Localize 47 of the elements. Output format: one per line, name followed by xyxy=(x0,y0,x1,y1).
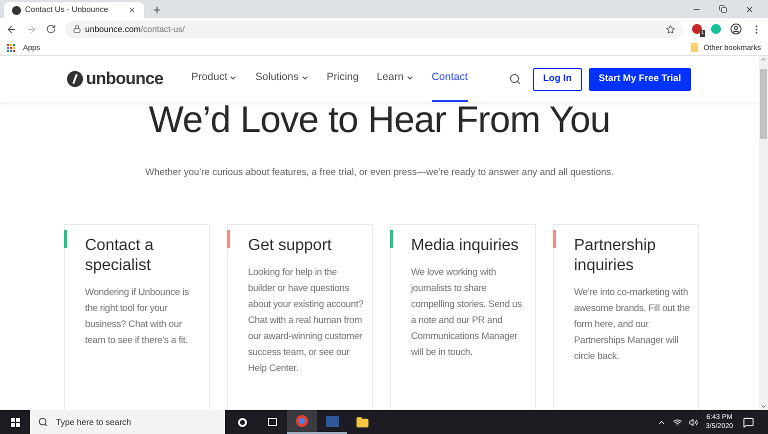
card-title: Partnership inquiries xyxy=(574,236,657,276)
network-icon[interactable] xyxy=(672,418,682,426)
search-icon xyxy=(38,417,48,427)
new-tab-icon[interactable] xyxy=(152,5,162,15)
nav-link[interactable]: Contact xyxy=(432,56,468,102)
search-icon[interactable] xyxy=(509,73,522,85)
reload-icon[interactable] xyxy=(46,24,56,34)
card-text: We love working with journalists to share compelling stories. Send us a note and our PR and Communications Manager will be in touch. xyxy=(411,266,523,360)
card-title: Get support xyxy=(248,236,333,256)
nav-link[interactable]: Solutions xyxy=(255,56,309,102)
taskbar-search-field[interactable]: Type here to search xyxy=(30,410,225,434)
restore-icon[interactable] xyxy=(719,5,727,13)
lock-icon xyxy=(73,25,81,33)
logo[interactable]: unbounce xyxy=(67,66,164,92)
card-text: We’re into co-marketing with awesome brands. Fill out the form here, and our Partnerships Manager will circle back. xyxy=(574,286,690,364)
chevron-icon xyxy=(229,74,238,82)
bookmark-star-icon[interactable] xyxy=(666,24,675,34)
card-title: Contact a specialist xyxy=(85,236,154,276)
logo-icon xyxy=(67,71,83,87)
nav-link[interactable]: Pricing xyxy=(326,56,359,102)
nav-link[interactable]: Product xyxy=(191,56,238,102)
trial-button[interactable]: Start My Free Trial xyxy=(588,68,691,90)
notifications-icon[interactable] xyxy=(743,416,754,428)
page-subtitle: Whether you’re curious about features, a free trial, or even press—we’re ready to answer any and all questions. xyxy=(144,166,615,180)
address-bar[interactable]: unbounce.com/contact-us/ xyxy=(65,20,683,38)
login-button[interactable]: Log In xyxy=(533,68,582,90)
chevron-icon xyxy=(300,74,309,82)
volume-icon[interactable] xyxy=(688,418,698,426)
url-text: unbounce.com/contact-us/ xyxy=(85,22,185,36)
card-text: Wondering if Unbounce is the right tool for your business? Chat with our team to see if there’s a fit. xyxy=(85,286,190,348)
scroll-up-icon[interactable] xyxy=(760,56,767,63)
profile-icon[interactable] xyxy=(730,23,742,35)
scrollbar-thumb[interactable] xyxy=(760,69,767,139)
scroll-down-icon[interactable] xyxy=(760,403,767,410)
card-title: Media inquiries xyxy=(411,236,520,256)
page-heading: We’d Love to Hear From You xyxy=(148,100,612,140)
back-icon[interactable] xyxy=(6,24,17,34)
nav-link[interactable]: Learn xyxy=(376,56,414,102)
apps-icon xyxy=(7,44,15,52)
site-icon xyxy=(12,6,21,14)
browser-icon[interactable] xyxy=(287,410,317,434)
card-text: Looking for help in the builder or have questions about your existing account? Chat with a real human from our award-winning customer success team, or see our Help Center. xyxy=(248,266,364,376)
browser-tab[interactable]: Contact Us - Unbounce xyxy=(4,2,144,18)
close-icon[interactable] xyxy=(745,4,754,14)
chevron-icon xyxy=(406,74,414,82)
close-icon[interactable] xyxy=(128,6,136,14)
folder-icon xyxy=(691,43,698,52)
